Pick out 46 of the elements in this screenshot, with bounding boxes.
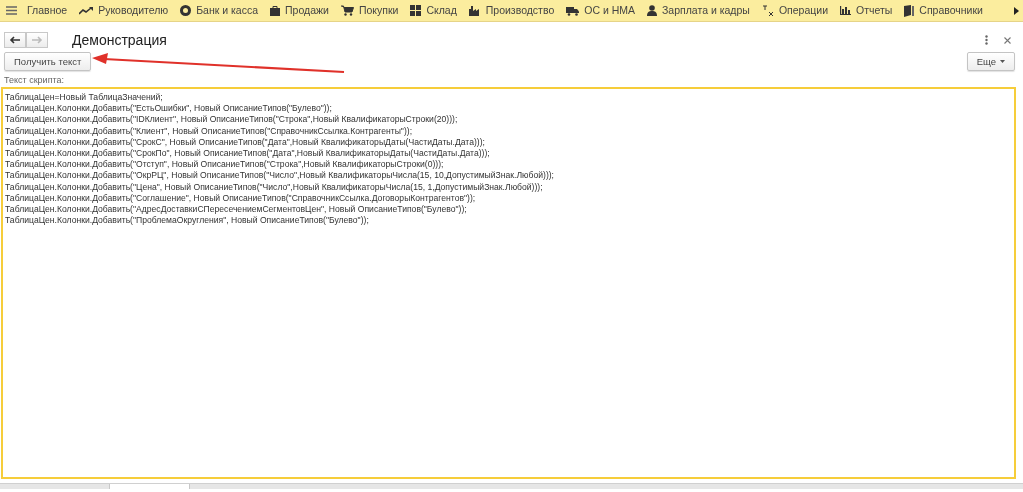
code-line: ТаблицаЦен.Колонки.Добавить("ОкрРЦ", Новый ОписаниеТипов("Число",Новый КвалификаторыЧисла(15, 10,ДопустимыйЗнак.Любой))); <box>5 170 554 181</box>
code-line: ТаблицаЦен.Колонки.Добавить("IDКлиент", Новый ОписаниеТипов("Строка",Новый КвалификаторыСтроки(20))); <box>5 114 458 125</box>
code-line: ТаблицаЦен.Колонки.Добавить("Соглашение", Новый ОписаниеТипов("СправочникСсылка.ДоговорыКонтрагентов")); <box>5 192 476 203</box>
menu-item[interactable]: ОС и НМА <box>579 0 641 22</box>
code-line: ТаблицаЦен.Колонки.Добавить("СрокС", Новый ОписаниеТипов("Дата",Новый КвалификаторыДаты(ЧастиДаты.Дата))); <box>5 136 485 147</box>
get-text-button[interactable]: Получить текст <box>4 51 92 71</box>
code-line: ТаблицаЦен.Колонки.Добавить("Цена", Новый ОписаниеТипов("Число",Новый КвалификаторыЧисла(15, 1,ДопустимыйЗнак.Любой))); <box>5 181 543 192</box>
caret-icon <box>1000 59 1005 63</box>
coin-icon <box>180 5 192 16</box>
script-text-field[interactable] <box>1 87 1016 479</box>
code-line: ТаблицаЦен=Новый ТаблицаЗначений; <box>5 92 163 102</box>
menu-item[interactable]: Операции <box>773 0 833 22</box>
factory-icon <box>468 5 481 16</box>
menu-item[interactable]: Склад <box>421 0 462 22</box>
bar-chart-icon <box>840 6 851 15</box>
menu-item[interactable]: Зарплата и кадры <box>657 0 755 22</box>
code-line: ТаблицаЦен.Колонки.Добавить("ПроблемаОкругления", Новый ОписаниеТипов("Булево")); <box>5 215 369 226</box>
trend-arrow-icon <box>79 6 94 15</box>
back-button[interactable] <box>4 32 26 48</box>
window-title: Демонстрация <box>72 30 167 50</box>
menu-item[interactable]: Отчеты <box>851 0 898 22</box>
menu-item[interactable]: Покупки <box>353 0 404 22</box>
menu-item[interactable]: Продажи <box>280 0 334 22</box>
book-icon <box>904 4 915 17</box>
scroll-right-icon[interactable] <box>1014 6 1019 15</box>
left-arrow-icon <box>8 35 22 45</box>
more-options-icon[interactable] <box>985 35 988 45</box>
code-line: ТаблицаЦен.Колонки.Добавить("ЕстьОшибки", Новый ОписаниеТипов("Булево")); <box>5 103 332 114</box>
code-line: ТаблицаЦен.Колонки.Добавить("Клиент", Новый ОписаниеТипов("СправочникСсылка.Контрагенты")); <box>5 125 413 136</box>
menu-item[interactable]: Главное <box>22 0 73 22</box>
cart-icon <box>340 5 354 16</box>
menu-item[interactable]: Руководителю <box>93 0 174 22</box>
menu-item[interactable]: Производство <box>480 0 560 22</box>
menu-item[interactable]: Справочники <box>914 0 988 22</box>
code-line: ТаблицаЦен.Колонки.Добавить("АдресДоставкиСПересечениемСегментовЦен", Новый ОписаниеТипов("Булево")); <box>5 204 467 215</box>
more-button[interactable]: Еще <box>966 51 1015 71</box>
script-label: Текст скрипта: <box>4 75 65 85</box>
code-line: ТаблицаЦен.Колонки.Добавить("Отступ", Новый ОписаниеТипов("Строка",Новый КвалификаторыСтроки(0))); <box>5 159 444 170</box>
close-icon[interactable] <box>1004 36 1011 44</box>
shopping-bag-icon <box>270 5 280 16</box>
grid-icon <box>410 5 422 16</box>
person-icon <box>647 5 658 16</box>
menu-item[interactable]: Банк и касса <box>191 0 263 22</box>
right-arrow-icon <box>30 35 44 45</box>
code-line: ТаблицаЦен.Колонки.Добавить("СрокПо", Новый ОписаниеТипов("Дата",Новый КвалификаторыДаты(ЧастиДаты.Дата))); <box>5 148 490 158</box>
truck-icon <box>566 5 580 16</box>
